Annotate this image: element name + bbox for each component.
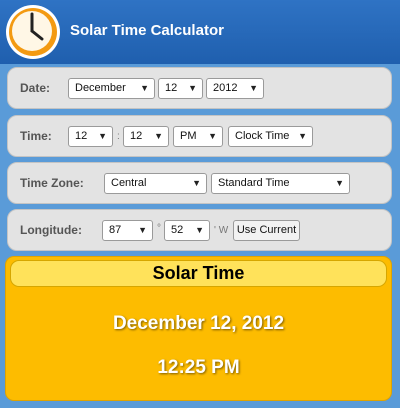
chevron-down-icon: ▼	[249, 83, 258, 93]
solar-time-title: Solar Time	[10, 260, 387, 287]
app-title: Solar Time Calculator	[70, 22, 224, 39]
hour-value: 12	[75, 130, 88, 142]
date-label: Date:	[20, 81, 51, 95]
chevron-down-icon: ▼	[154, 131, 163, 141]
minute-select[interactable]: 12 ▼	[123, 126, 169, 147]
minute-value: 12	[130, 130, 143, 142]
time-panel: Time: 12 ▼ : 12 ▼ PM ▼ Clock Time ▼	[7, 115, 392, 157]
chevron-down-icon: ▼	[188, 83, 197, 93]
chevron-down-icon: ▼	[140, 83, 149, 93]
timezone-label: Time Zone:	[20, 176, 84, 190]
time-mode-value: Clock Time	[235, 130, 290, 142]
timezone-value: Central	[111, 177, 147, 189]
year-select[interactable]: 2012 ▼	[206, 78, 264, 99]
longitude-minutes-select[interactable]: 52 ▼	[164, 220, 210, 241]
timezone-panel: Time Zone: Central ▼ Standard Time ▼	[7, 162, 392, 204]
chevron-down-icon: ▼	[98, 131, 107, 141]
month-select[interactable]: December ▼	[68, 78, 155, 99]
longitude-label: Longitude:	[20, 223, 82, 237]
time-label: Time:	[20, 129, 52, 143]
use-current-button[interactable]: Use Current	[233, 220, 300, 241]
result-time: 12:25 PM	[157, 357, 240, 378]
chevron-down-icon: ▼	[192, 178, 201, 188]
result-date: December 12, 2012	[112, 313, 285, 334]
timezone-select[interactable]: Central ▼	[104, 173, 207, 194]
chevron-down-icon: ▼	[298, 131, 307, 141]
time-type-value: Standard Time	[218, 177, 290, 189]
ampm-value: PM	[180, 130, 197, 142]
longitude-panel: Longitude: 87 ▼ ° 52 ▼ ' W Use Current	[7, 209, 392, 251]
longitude-degrees-value: 87	[109, 224, 122, 236]
clock-icon	[5, 4, 61, 60]
degree-symbol: °	[157, 223, 161, 234]
ampm-select[interactable]: PM ▼	[173, 126, 223, 147]
chevron-down-icon: ▼	[335, 178, 344, 188]
solar-time-result: Solar Time December 12, 2012 12:25 PM	[5, 256, 392, 401]
chevron-down-icon: ▼	[208, 131, 217, 141]
time-mode-select[interactable]: Clock Time ▼	[228, 126, 313, 147]
year-value: 2012	[213, 82, 238, 94]
day-select[interactable]: 12 ▼	[158, 78, 203, 99]
time-type-select[interactable]: Standard Time ▼	[211, 173, 350, 194]
month-value: December	[75, 82, 126, 94]
date-panel: Date: December ▼ 12 ▼ 2012 ▼	[7, 67, 392, 109]
chevron-down-icon: ▼	[138, 225, 147, 235]
chevron-down-icon: ▼	[195, 225, 204, 235]
hour-select[interactable]: 12 ▼	[68, 126, 113, 147]
day-value: 12	[165, 82, 178, 94]
time-separator: :	[117, 131, 120, 142]
app-header: Solar Time Calculator	[0, 0, 400, 64]
minute-direction: ' W	[214, 225, 229, 236]
longitude-degrees-select[interactable]: 87 ▼	[102, 220, 153, 241]
longitude-minutes-value: 52	[171, 224, 184, 236]
